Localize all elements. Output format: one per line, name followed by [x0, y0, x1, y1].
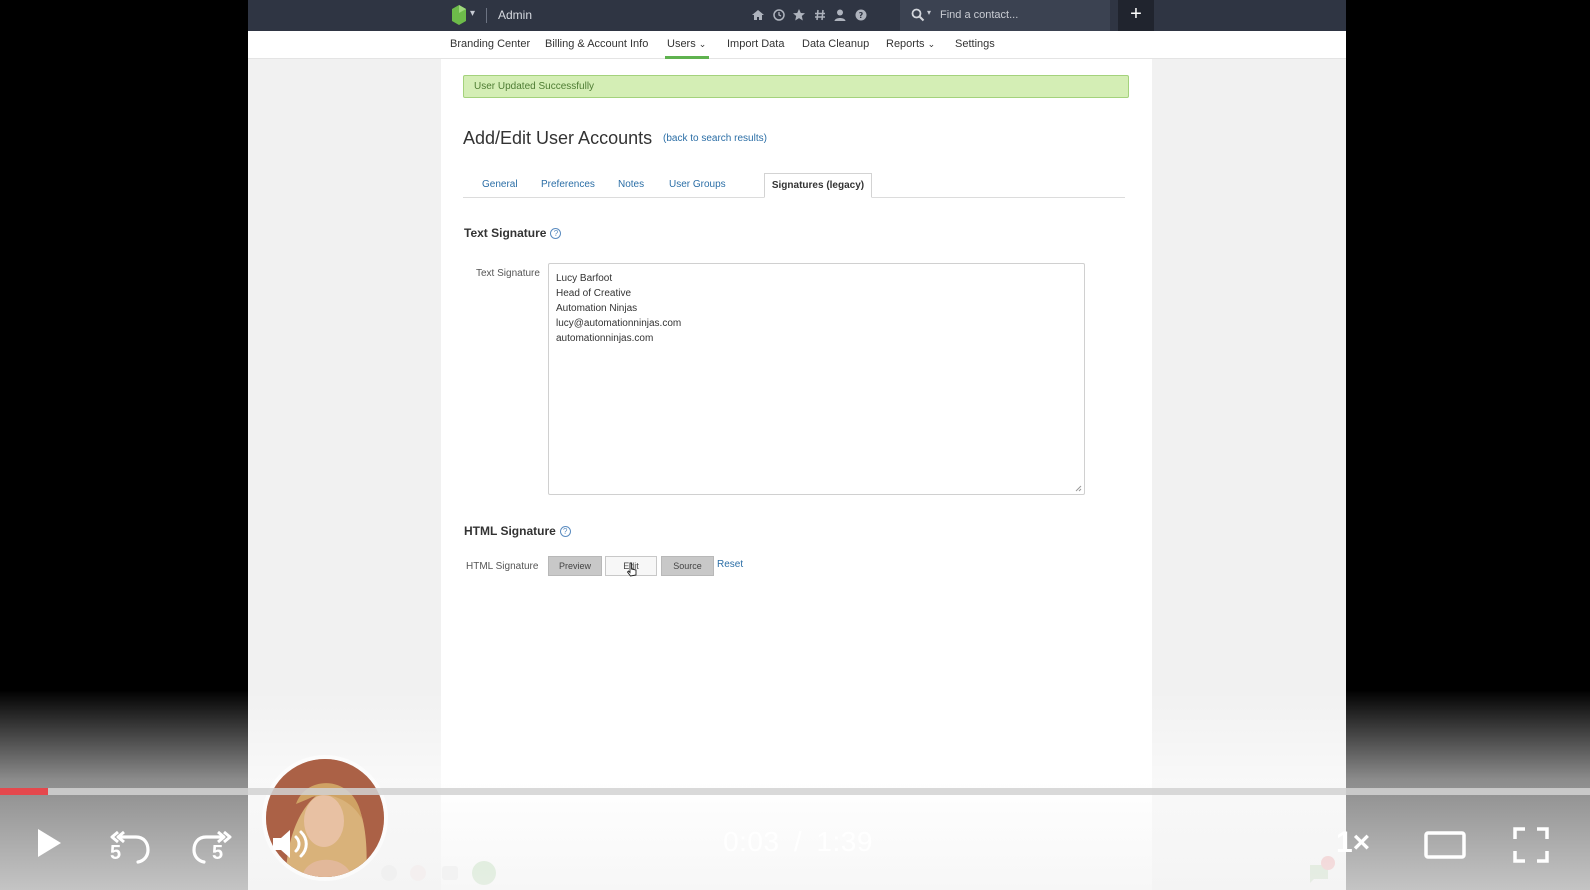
success-banner: User Updated Successfully — [463, 75, 1129, 98]
user-icon[interactable] — [832, 7, 848, 23]
signature-line: Lucy Barfoot — [556, 273, 613, 284]
chat-badge-icon — [1310, 856, 1335, 883]
nav-data-cleanup[interactable]: Data Cleanup — [802, 38, 869, 50]
add-button[interactable]: + — [1118, 0, 1154, 31]
recorded-screen: ▾ Admin ? ▾ Find a contact... + Branding… — [248, 0, 1346, 890]
fullscreen-icon[interactable] — [1512, 826, 1550, 864]
text-signature-textarea[interactable]: Lucy Barfoot Head of Creative Automation… — [548, 263, 1085, 495]
rewind-5-button[interactable]: 5 — [108, 822, 154, 868]
rewind-seconds: 5 — [110, 842, 122, 864]
tab-user-groups[interactable]: User Groups — [669, 179, 726, 190]
volume-icon[interactable] — [270, 826, 312, 862]
resize-handle-icon[interactable] — [1075, 485, 1082, 492]
theater-mode-icon[interactable] — [1424, 830, 1466, 860]
contact-search[interactable]: ▾ — [900, 0, 1110, 31]
reset-link[interactable]: Reset — [717, 559, 743, 570]
chevron-down-icon: ⌄ — [698, 39, 707, 49]
html-signature-heading-label: HTML Signature — [464, 524, 556, 538]
admin-nav: Branding Center Billing & Account Info U… — [248, 31, 1346, 59]
hashtag-icon[interactable] — [812, 7, 828, 23]
play-icon[interactable] — [34, 826, 64, 860]
signature-line: Automation Ninjas — [556, 303, 638, 314]
nav-settings[interactable]: Settings — [955, 38, 995, 50]
tab-preferences[interactable]: Preferences — [541, 179, 595, 190]
progress-bar[interactable] — [0, 788, 1590, 795]
progress-fill — [0, 788, 48, 795]
chevron-down-icon: ⌄ — [927, 39, 936, 49]
app-logo-icon[interactable] — [452, 5, 466, 25]
nav-billing[interactable]: Billing & Account Info — [545, 38, 648, 50]
nav-reports-label: Reports — [886, 38, 925, 50]
signature-line: Head of Creative — [556, 288, 632, 299]
preview-button[interactable]: Preview — [548, 556, 602, 576]
chevron-down-icon[interactable]: ▾ — [470, 8, 475, 19]
text-signature-heading: Text Signature? — [464, 226, 562, 240]
help-icon[interactable]: ? — [853, 7, 869, 23]
video-player: ▾ Admin ? ▾ Find a contact... + Branding… — [0, 0, 1590, 890]
time-separator: / — [793, 826, 803, 857]
page-title: Add/Edit User Accounts — [463, 128, 653, 148]
tab-general[interactable]: General — [482, 179, 518, 190]
tab-bar: General Preferences Notes User Groups Si… — [463, 173, 1125, 198]
chevron-down-icon[interactable]: ▾ — [927, 8, 931, 17]
nav-reports[interactable]: Reports ⌄ — [886, 38, 935, 50]
star-icon[interactable] — [791, 7, 807, 23]
text-signature-heading-label: Text Signature — [464, 226, 547, 240]
search-input[interactable] — [940, 6, 1100, 24]
html-signature-label: HTML Signature — [466, 561, 539, 572]
main-content: User Updated Successfully Add/Edit User … — [441, 59, 1152, 890]
signature-line: lucy@automationninjas.com — [556, 318, 682, 329]
forward-seconds: 5 — [212, 842, 224, 864]
signature-line: automationninjas.com — [556, 333, 654, 344]
nav-users-label: Users — [667, 38, 696, 50]
search-icon[interactable] — [910, 7, 926, 23]
help-icon[interactable]: ? — [550, 228, 562, 239]
nav-import-data[interactable]: Import Data — [727, 38, 784, 50]
home-icon[interactable] — [750, 7, 766, 23]
time-display: 0:03 / 1:39 — [718, 826, 878, 858]
forward-5-icon — [192, 830, 232, 864]
presenter-avatar — [262, 755, 388, 881]
svg-text:?: ? — [859, 11, 864, 20]
clock-icon[interactable] — [771, 7, 787, 23]
html-signature-heading: HTML Signature? — [464, 524, 571, 538]
app-topbar: ▾ Admin ? ▾ Find a contact... + — [248, 0, 1346, 31]
divider — [486, 8, 487, 23]
source-button[interactable]: Source — [661, 556, 714, 576]
nav-users[interactable]: Users ⌄ — [667, 38, 706, 50]
hand-cursor-icon — [626, 562, 637, 577]
tab-signatures-legacy[interactable]: Signatures (legacy) — [764, 173, 872, 198]
playback-speed-button[interactable]: 1× — [1336, 826, 1370, 860]
app-title: Admin — [498, 8, 533, 22]
nav-branding-center[interactable]: Branding Center — [450, 38, 530, 50]
duration: 1:39 — [816, 826, 873, 857]
back-to-search-link[interactable]: (back to search results) — [663, 133, 767, 144]
text-signature-label: Text Signature — [476, 268, 540, 279]
forward-5-button[interactable]: 5 — [188, 822, 234, 868]
help-icon[interactable]: ? — [559, 526, 571, 537]
current-time: 0:03 — [723, 826, 780, 857]
tab-notes[interactable]: Notes — [618, 179, 644, 190]
recording-toolbar-icon — [381, 861, 496, 885]
